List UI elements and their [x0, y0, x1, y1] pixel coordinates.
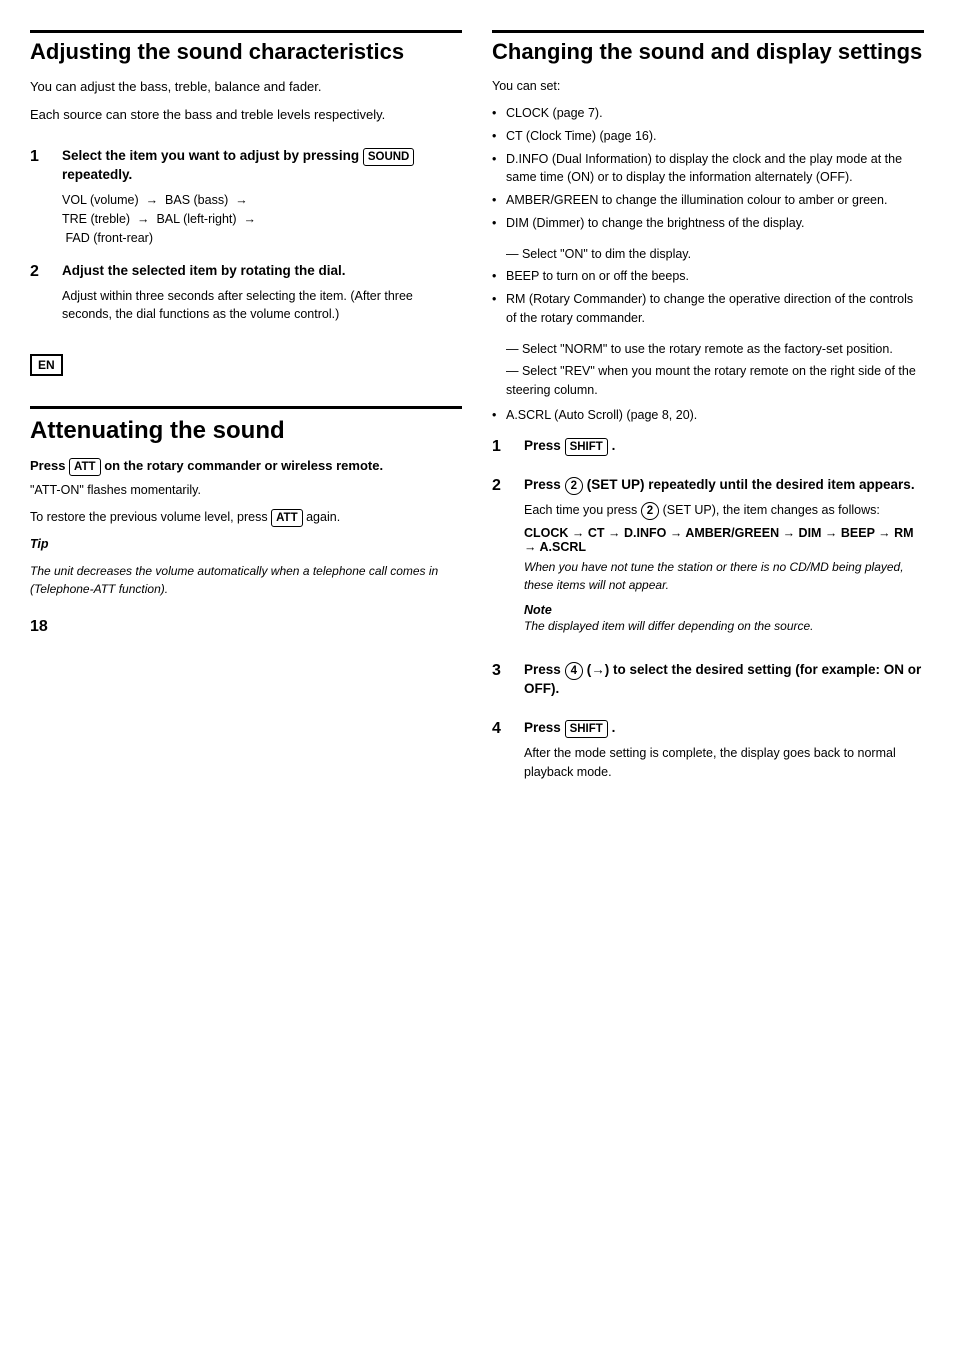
- att-button2: ATT: [271, 509, 303, 527]
- right-step4-period: .: [612, 720, 616, 735]
- bullet-ascrl: A.SCRL (Auto Scroll) (page 8, 20).: [492, 406, 924, 425]
- right-intro: You can set:: [492, 77, 924, 96]
- restore-part2: again.: [306, 510, 340, 524]
- bullet-clock: CLOCK (page 7).: [492, 104, 924, 123]
- att-restore-text: To restore the previous volume level, pr…: [30, 508, 462, 527]
- attenuating-title: Attenuating the sound: [30, 417, 462, 446]
- bullet-dim: DIM (Dimmer) to change the brightness of…: [492, 214, 924, 233]
- tip-label: Tip: [30, 535, 462, 554]
- section1-intro2: Each source can store the bass and trebl…: [30, 105, 462, 125]
- sound-button: SOUND: [363, 148, 415, 166]
- right-step2-title: Press 2 (SET UP) repeatedly until the de…: [524, 476, 924, 495]
- right-step4-body: After the mode setting is complete, the …: [524, 744, 924, 782]
- page: Adjusting the sound characteristics You …: [0, 0, 954, 1355]
- right-step3-number: 3: [492, 661, 514, 705]
- dim-indent: — Select "ON" to dim the display.: [492, 245, 924, 264]
- step2-body-part1: Each time you press: [524, 503, 637, 517]
- step2-body-part2: (SET UP), the item changes as follows:: [663, 503, 880, 517]
- right-step1-title: Press SHIFT .: [524, 437, 924, 456]
- bullet-beep: BEEP to turn on or off the beeps.: [492, 267, 924, 286]
- step1-title-part2: repeatedly.: [62, 167, 132, 182]
- en-attenuating-section: EN Attenuating the sound Press ATT on th…: [30, 354, 462, 597]
- bullet-rm: RM (Rotary Commander) to change the oper…: [492, 290, 924, 328]
- right-step1-press: Press: [524, 438, 561, 453]
- bullet-list-1: CLOCK (page 7). CT (Clock Time) (page 16…: [492, 104, 924, 233]
- attenuating-section: Attenuating the sound Press ATT on the r…: [30, 417, 462, 597]
- right-step2-title-part2: (SET UP) repeatedly until the desired it…: [587, 477, 915, 492]
- right-step3-content: Press 4 (→) to select the desired settin…: [524, 661, 924, 705]
- right-step2-content: Press 2 (SET UP) repeatedly until the de…: [524, 476, 924, 647]
- rm-indent1: — Select "NORM" to use the rotary remote…: [492, 340, 924, 359]
- right-step1: 1 Press SHIFT .: [492, 437, 924, 462]
- en-badge-container: EN: [30, 354, 462, 386]
- step2-content: Adjust the selected item by rotating the…: [62, 262, 462, 324]
- bullet-amber: AMBER/GREEN to change the illumination c…: [492, 191, 924, 210]
- right-step2-press: Press: [524, 477, 561, 492]
- section2-title: Changing the sound and display settings: [492, 39, 924, 65]
- right-step1-number: 1: [492, 437, 514, 462]
- right-step3: 3 Press 4 (→) to select the desired sett…: [492, 661, 924, 705]
- italic-note: When you have not tune the station or th…: [524, 558, 924, 594]
- step1: 1 Select the item you want to adjust by …: [30, 147, 462, 247]
- att-press-label: Press: [30, 458, 65, 473]
- right-step2: 2 Press 2 (SET UP) repeatedly until the …: [492, 476, 924, 647]
- att-step-title: Press ATT on the rotary commander or wir…: [30, 456, 462, 476]
- right-step3-title: Press 4 (→) to select the desired settin…: [524, 661, 924, 699]
- right-step3-press: Press: [524, 662, 561, 677]
- step2: 2 Adjust the selected item by rotating t…: [30, 262, 462, 324]
- bullet-dinfo: D.INFO (Dual Information) to display the…: [492, 150, 924, 188]
- att-flash-text: "ATT-ON" flashes momentarily.: [30, 481, 462, 500]
- section1-title: Adjusting the sound characteristics: [30, 39, 462, 65]
- note-label-container: Note: [524, 602, 924, 617]
- step1-body: VOL (volume) → BAS (bass) → TRE (treble)…: [62, 191, 462, 247]
- tip-text: The unit decreases the volume automatica…: [30, 562, 462, 598]
- bullet-list-3: A.SCRL (Auto Scroll) (page 8, 20).: [492, 406, 924, 425]
- note-text: The displayed item will differ depending…: [524, 617, 924, 635]
- mid-divider: [30, 406, 462, 409]
- right-column: Changing the sound and display settings …: [492, 30, 924, 1325]
- step1-content: Select the item you want to adjust by pr…: [62, 147, 462, 247]
- step1-title-part1: Select the item you want to adjust by pr…: [62, 148, 359, 163]
- bullet-list-2: BEEP to turn on or off the beeps. RM (Ro…: [492, 267, 924, 327]
- att-button: ATT: [69, 458, 101, 476]
- restore-part1: To restore the previous volume level, pr…: [30, 510, 268, 524]
- shift-button-2: SHIFT: [565, 720, 608, 738]
- step2-body: Adjust within three seconds after select…: [62, 287, 462, 325]
- right-step1-content: Press SHIFT .: [524, 437, 924, 462]
- att-step-title-part2: on the rotary commander or wireless remo…: [104, 458, 383, 473]
- en-badge: EN: [30, 354, 63, 376]
- right-step4-title: Press SHIFT .: [524, 719, 924, 738]
- right-step1-period: .: [612, 438, 616, 453]
- right-step4-press: Press: [524, 720, 561, 735]
- left-column: Adjusting the sound characteristics You …: [30, 30, 462, 1325]
- right-step4: 4 Press SHIFT . After the mode setting i…: [492, 719, 924, 782]
- right-step2-number: 2: [492, 476, 514, 647]
- top-divider-right: [492, 30, 924, 33]
- changes-line: CLOCK → CT → D.INFO → AMBER/GREEN → DIM …: [524, 526, 924, 554]
- step2-number: 2: [30, 262, 52, 324]
- circle4-button: 4: [565, 662, 583, 680]
- right-step4-content: Press SHIFT . After the mode setting is …: [524, 719, 924, 782]
- step1-title: Select the item you want to adjust by pr…: [62, 147, 462, 185]
- page-number: 18: [30, 618, 462, 636]
- section1-intro1: You can adjust the bass, treble, balance…: [30, 77, 462, 97]
- bullet-ct: CT (Clock Time) (page 16).: [492, 127, 924, 146]
- right-step2-body: Each time you press 2 (SET UP), the item…: [524, 501, 924, 520]
- note-label: Note: [524, 603, 552, 617]
- rm-indent2: — Select "REV" when you mount the rotary…: [492, 362, 924, 400]
- top-divider-left: [30, 30, 462, 33]
- shift-button-1: SHIFT: [565, 438, 608, 456]
- right-step4-number: 4: [492, 719, 514, 782]
- right-step3-title-part2: (→) to select the desired setting (for e…: [524, 662, 921, 696]
- circle2b-button: 2: [641, 502, 659, 520]
- circle2-button: 2: [565, 477, 583, 495]
- step1-number: 1: [30, 147, 52, 247]
- two-column-layout: Adjusting the sound characteristics You …: [30, 30, 924, 1325]
- step2-title: Adjust the selected item by rotating the…: [62, 262, 462, 281]
